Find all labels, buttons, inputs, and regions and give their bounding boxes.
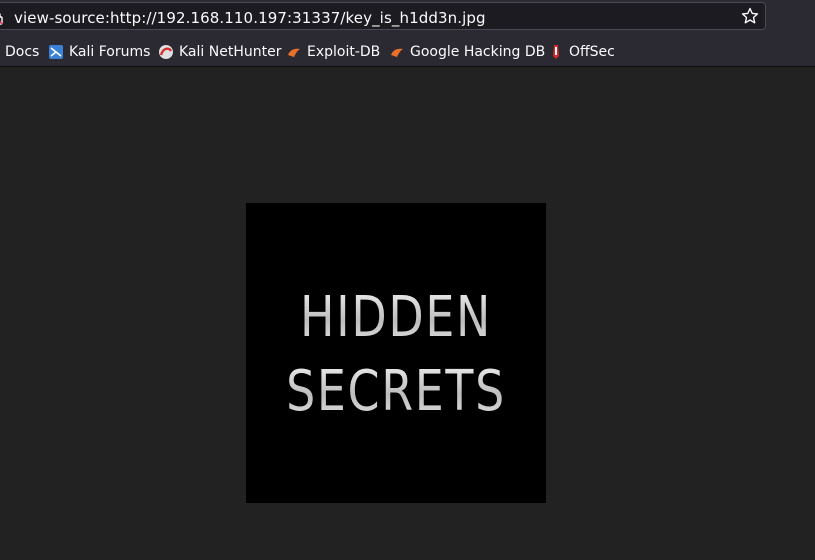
bookmark-label: Docs bbox=[5, 44, 40, 60]
bookmark-kali-forums[interactable]: Kali Forums bbox=[48, 43, 150, 61]
kali-nethunter-icon bbox=[159, 45, 173, 59]
image-text-line-2: SECRETS bbox=[273, 359, 519, 424]
bookmark-star-icon[interactable] bbox=[741, 7, 759, 25]
bookmark-label: OffSec bbox=[569, 44, 615, 60]
url-text[interactable]: view-source:http://192.168.110.197:31337… bbox=[14, 9, 486, 27]
bookmark-label: Google Hacking DB bbox=[410, 44, 546, 60]
bookmark-exploit-db[interactable]: Exploit-DB bbox=[286, 43, 380, 61]
exploit-db-icon bbox=[391, 48, 403, 57]
exploit-db-icon bbox=[288, 48, 300, 57]
kali-forums-icon bbox=[49, 45, 63, 59]
bookmark-offsec[interactable]: OffSec bbox=[548, 43, 615, 61]
url-bar[interactable]: view-source:http://192.168.110.197:31337… bbox=[0, 2, 766, 30]
bookmarks-toolbar: Docs Kali Forums Kali NetHunter Exploit-… bbox=[0, 34, 815, 67]
bookmark-label: Kali Forums bbox=[69, 44, 151, 60]
offsec-icon bbox=[553, 45, 559, 59]
bookmark-label: Exploit-DB bbox=[307, 44, 381, 60]
browser-toolbar: view-source:http://192.168.110.197:31337… bbox=[0, 0, 815, 34]
bookmark-label: Kali NetHunter bbox=[179, 44, 282, 60]
displayed-image: HIDDEN SECRETS bbox=[246, 203, 546, 503]
bookmark-google-hacking-db[interactable]: Google Hacking DB bbox=[389, 43, 545, 61]
page-info-icon[interactable] bbox=[0, 11, 3, 25]
bookmark-kali-nethunter[interactable]: Kali NetHunter bbox=[158, 43, 281, 61]
image-text-line-1: HIDDEN bbox=[273, 285, 519, 350]
bookmark-docs[interactable]: Docs bbox=[5, 43, 39, 61]
